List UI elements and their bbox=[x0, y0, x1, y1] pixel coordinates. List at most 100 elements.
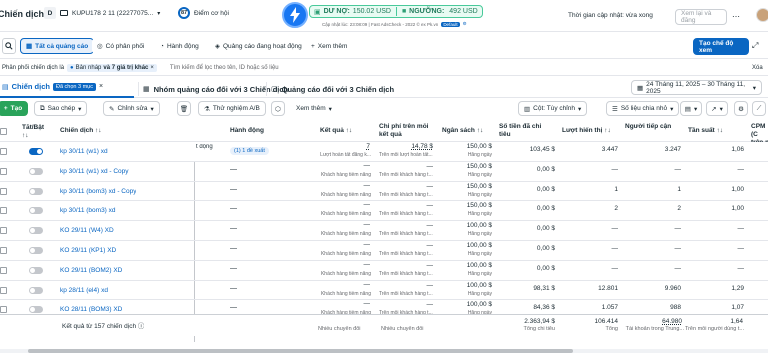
row-checkbox[interactable] bbox=[0, 227, 7, 235]
row-checkbox[interactable] bbox=[0, 247, 7, 254]
chart-toggle-button[interactable]: ⟋ bbox=[752, 101, 766, 116]
campaign-name-link[interactable]: kp 30/11 (bom3) xd bbox=[60, 207, 116, 214]
campaign-name-link[interactable]: kp 30/11 (w1) xd - Copy bbox=[60, 168, 129, 175]
col-amount-spent[interactable]: Số tiền đã chi tiêu bbox=[499, 123, 551, 139]
table-row[interactable]: kp 30/11 (w1) xd - Copy — — Khách hàng t… bbox=[0, 162, 768, 182]
create-view-button[interactable]: Tạo chế độ xem bbox=[693, 38, 749, 55]
budget-value[interactable]: 150,00 $ bbox=[440, 163, 492, 170]
recommendation-badge[interactable]: (1) 1 đề xuất bbox=[230, 147, 269, 155]
tab-campaigns[interactable]: ▤ Chiến dịch Đã chọn 3 mục × bbox=[2, 82, 103, 91]
export-button[interactable]: ↗ ▾ bbox=[706, 101, 728, 116]
close-icon[interactable]: × bbox=[99, 83, 103, 90]
horizontal-scrollbar[interactable] bbox=[0, 349, 768, 353]
reports-button[interactable]: ▤ ▾ bbox=[680, 101, 702, 116]
budget-value[interactable]: 150,00 $ bbox=[440, 183, 492, 190]
col-label: Kết quả bbox=[320, 127, 344, 134]
col-campaign[interactable]: Chiến dịch ↑↓ bbox=[60, 127, 102, 134]
table-row[interactable]: kp 30/11 (w1) xd t động (1) 1 đề xuất 7 … bbox=[0, 142, 768, 162]
budget-sub: Hằng ngày bbox=[467, 191, 492, 198]
edit-button[interactable]: ✎ Chỉnh sửa ▾ bbox=[103, 101, 160, 116]
col-cost-per-result[interactable]: Chi phí trên mỗi kết quả bbox=[379, 123, 435, 139]
results-sub: Khách hàng tiềm năng bbox=[320, 270, 371, 277]
settings-icon[interactable]: ⚙ bbox=[463, 21, 467, 27]
search-icon[interactable] bbox=[2, 38, 16, 54]
tag-button[interactable]: ⬡ bbox=[271, 101, 285, 116]
budget-value[interactable]: 100,00 $ bbox=[440, 282, 492, 289]
tab-actions[interactable]: ◔ Hành động bbox=[155, 38, 204, 54]
campaign-name-link[interactable]: kp 30/11 (w1) xd bbox=[60, 148, 108, 155]
campaign-name-link[interactable]: kp 28/11 (el4) xd bbox=[60, 287, 108, 294]
row-checkbox[interactable] bbox=[0, 286, 7, 294]
row-checkbox[interactable] bbox=[0, 187, 7, 195]
delivery-toggle[interactable] bbox=[29, 247, 43, 254]
tab-active-ads[interactable]: ◈ Quảng cáo đang hoạt động bbox=[210, 38, 307, 54]
selected-chip[interactable]: Đã chọn 3 mục bbox=[52, 82, 96, 91]
budget-value[interactable]: 150,00 $ bbox=[440, 143, 492, 150]
table-row[interactable]: kp 28/11 (el4) xd — — Khách hàng tiềm nă… bbox=[0, 281, 768, 301]
budget-value[interactable]: 100,00 $ bbox=[440, 301, 492, 308]
row-checkbox[interactable] bbox=[0, 167, 7, 175]
scrollbar-thumb[interactable] bbox=[28, 349, 573, 353]
col-action[interactable]: Hành động bbox=[230, 127, 264, 134]
budget-value[interactable]: 100,00 $ bbox=[440, 262, 492, 269]
create-button[interactable]: + Tạo bbox=[0, 101, 28, 116]
account-selector[interactable]: D KUPU178 2 11 (22277075... ▾ bbox=[44, 7, 160, 19]
close-icon[interactable]: × bbox=[150, 65, 154, 71]
delivery-toggle[interactable] bbox=[29, 266, 43, 274]
more-icon[interactable]: ⋯ bbox=[732, 12, 740, 21]
settings-button[interactable]: ⚙ bbox=[734, 101, 748, 116]
delivery-toggle[interactable] bbox=[29, 187, 43, 195]
ab-test-button[interactable]: ⚗ Thử nghiệm A/B bbox=[198, 101, 266, 116]
breakdown-button[interactable]: ☰ Số liệu chia nhỏ ▾ bbox=[606, 101, 680, 116]
col-reach[interactable]: Người tiếp cận bbox=[625, 123, 681, 131]
opportunity-score[interactable]: 87 Điểm cơ hội bbox=[178, 7, 229, 19]
action-value: — bbox=[230, 284, 237, 292]
see-more-views[interactable]: + Xem thêm bbox=[306, 38, 353, 54]
default-pill[interactable]: Default bbox=[441, 21, 460, 27]
tab-having-delivery[interactable]: ◎ Có phân phối bbox=[92, 38, 150, 54]
campaign-name-link[interactable]: KO 29/11 (W4) XD bbox=[60, 227, 114, 234]
table-row[interactable]: kp 30/11 (bom3) xd — — Khách hàng tiềm n… bbox=[0, 201, 768, 222]
campaign-name-link[interactable]: KO 29/11 (KP1) XD bbox=[60, 247, 116, 254]
row-checkbox[interactable] bbox=[0, 207, 7, 215]
table-row[interactable]: KO 29/11 (W4) XD — — Khách hàng tiềm năn… bbox=[0, 221, 768, 241]
date-range-picker[interactable]: ▦ 24 Tháng 11, 2025 – 30 Tháng 11, 2025 … bbox=[631, 80, 762, 95]
columns-button[interactable]: ▥ Cột: Tùy chỉnh ▾ bbox=[518, 101, 588, 116]
table-row[interactable]: KO 29/11 (BOM2) XD — — Khách hàng tiềm n… bbox=[0, 261, 768, 281]
table-row[interactable]: kp 30/11 (bom3) xd - Copy — — Khách hàng… bbox=[0, 182, 768, 202]
campaign-name-link[interactable]: kp 30/11 (bom3) xd - Copy bbox=[60, 188, 136, 195]
duplicate-button[interactable]: ⧉ Sao chép ▾ bbox=[34, 101, 88, 116]
delivery-toggle[interactable] bbox=[29, 167, 43, 175]
date-range-text: 24 Tháng 11, 2025 – 30 Tháng 11, 2025 bbox=[646, 80, 746, 95]
col-results[interactable]: Kết quả ↑↓ bbox=[320, 127, 352, 134]
row-checkbox[interactable] bbox=[0, 148, 7, 155]
avatar[interactable] bbox=[756, 8, 768, 22]
search-input[interactable]: Tìm kiếm để lọc theo tên, ID hoặc số liệ… bbox=[170, 65, 279, 71]
table-row[interactable]: KO 29/11 (KP1) XD — — Khách hàng tiềm nă… bbox=[0, 241, 768, 261]
col-onoff[interactable]: Tắt/Bật ↑↓ bbox=[22, 124, 44, 140]
tab-ads[interactable]: ▢ Quảng cáo đối với 3 Chiến dịch bbox=[266, 82, 394, 96]
clear-filters-link[interactable]: Xóa bbox=[752, 65, 763, 71]
delivery-toggle[interactable] bbox=[29, 286, 43, 294]
see-more-button[interactable]: Xem thêm ▾ bbox=[291, 101, 337, 116]
budget-value[interactable]: 100,00 $ bbox=[440, 222, 492, 229]
tab-all-ads[interactable]: ▦ Tất cả quảng cáo bbox=[20, 38, 95, 54]
delivery-toggle[interactable] bbox=[29, 227, 43, 235]
col-impressions[interactable]: Lượt hiển thị ↑↓ bbox=[562, 127, 611, 134]
filter-chip[interactable]: ● Bản nháp và 7 giá trị khác × bbox=[67, 63, 157, 72]
campaign-name-link[interactable]: KO 29/11 (BOM2) XD bbox=[60, 267, 122, 274]
delivery-toggle[interactable] bbox=[29, 306, 43, 314]
review-publish-button[interactable]: Xem lại và đăng bbox=[675, 9, 727, 25]
expand-icon[interactable]: ⤢ bbox=[752, 41, 758, 51]
col-budget[interactable]: Ngân sách ↑↓ bbox=[442, 127, 483, 134]
col-frequency[interactable]: Tần suất ↑↓ bbox=[688, 127, 723, 134]
row-checkbox[interactable] bbox=[0, 266, 7, 274]
delivery-toggle[interactable] bbox=[29, 148, 43, 155]
row-checkbox[interactable] bbox=[0, 306, 7, 314]
budget-value[interactable]: 100,00 $ bbox=[440, 242, 492, 249]
select-all-checkbox[interactable] bbox=[0, 128, 7, 135]
budget-value[interactable]: 150,00 $ bbox=[440, 202, 492, 209]
campaign-name-link[interactable]: KO 28/11 (BOM3) XD bbox=[60, 306, 122, 313]
delete-button[interactable]: 🗑 bbox=[177, 101, 191, 116]
delivery-toggle[interactable] bbox=[29, 207, 43, 215]
